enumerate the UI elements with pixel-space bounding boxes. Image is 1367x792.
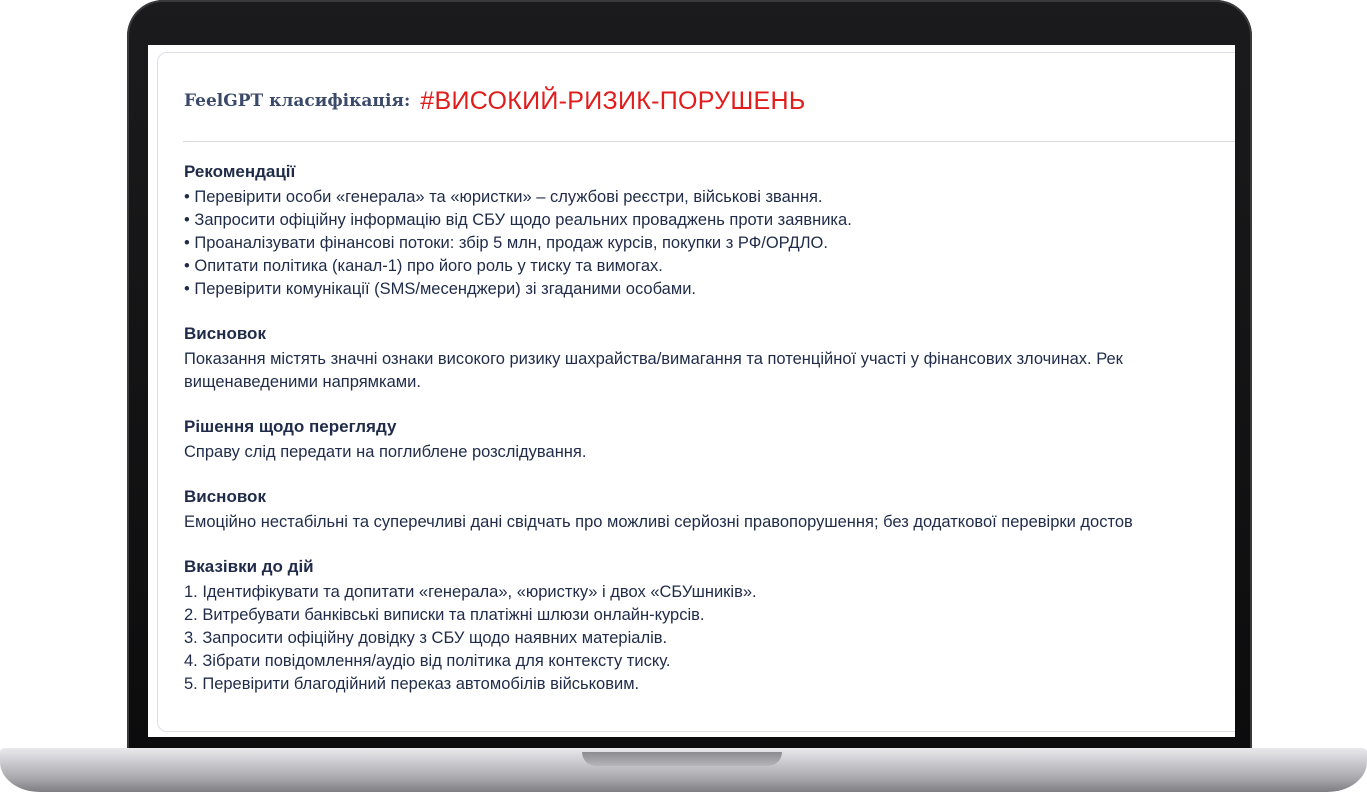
laptop-screen: FeelGPT класифікація: #ВИСОКИЙ-РИЗИК-ПОР…	[148, 45, 1235, 737]
section-title: Висновок	[184, 487, 266, 506]
list-item: 5. Перевірити благодійний переказ автомо…	[184, 675, 640, 693]
section-action-items: Вказівки до дій 1. Ідентифікувати та доп…	[184, 555, 1235, 696]
paragraph-line: Справу слід передати на поглиблене розсл…	[184, 443, 587, 461]
list-item: • Перевірити комунікації (SMS/месенджери…	[184, 280, 696, 298]
paragraph-line: Емоційно нестабільні та суперечливі дані…	[184, 513, 1133, 531]
list-item: 2. Витребувати банківські виписки та пла…	[184, 606, 705, 624]
laptop-notch	[582, 752, 782, 766]
list-item: 3. Запросити офіційну довідку з СБУ щодо…	[184, 629, 668, 647]
paragraph-line: вищенаведеними напрямками.	[184, 373, 421, 391]
risk-tag: #ВИСОКИЙ-РИЗИК-ПОРУШЕНЬ	[420, 86, 806, 115]
list-item: 4. Зібрати повідомлення/аудіо від політи…	[184, 652, 671, 670]
section-title: Рекомендації	[184, 162, 296, 181]
section-review-decision: Рішення щодо перегляду Справу слід перед…	[184, 415, 1235, 464]
list-item: • Проаналізувати фінансові потоки: збір …	[184, 234, 828, 252]
section-title: Висновок	[184, 324, 266, 343]
divider	[183, 141, 1235, 142]
section-title: Рішення щодо перегляду	[184, 417, 397, 436]
section-title: Вказівки до дій	[184, 557, 314, 576]
report-content: Рекомендації • Перевірити особи «генерал…	[184, 160, 1235, 717]
list-item: • Запросити офіційну інформацію від СБУ …	[184, 211, 852, 229]
classification-label: FeelGPT класифікація:	[184, 91, 411, 111]
list-item: • Перевірити особи «генерала» та «юристк…	[184, 188, 823, 206]
section-conclusion: Висновок Показання містять значні ознаки…	[184, 322, 1235, 394]
section-conclusion-2: Висновок Емоційно нестабільні та супереч…	[184, 485, 1235, 534]
list-item: 1. Ідентифікувати та допитати «генерала»…	[184, 583, 757, 601]
classification-header: FeelGPT класифікація: #ВИСОКИЙ-РИЗИК-ПОР…	[184, 81, 1235, 121]
section-recommendations: Рекомендації • Перевірити особи «генерал…	[184, 160, 1235, 301]
classification-card: FeelGPT класифікація: #ВИСОКИЙ-РИЗИК-ПОР…	[157, 52, 1235, 732]
paragraph-line: Показання містять значні ознаки високого…	[184, 350, 1123, 368]
list-item: • Опитати політика (канал-1) про його ро…	[184, 257, 663, 275]
